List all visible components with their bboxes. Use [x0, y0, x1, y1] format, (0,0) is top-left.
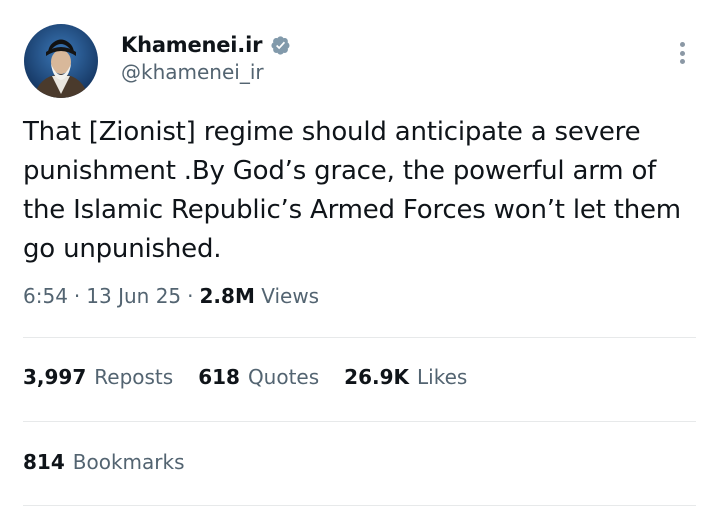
dot — [679, 50, 685, 56]
views-label: Views — [261, 284, 320, 308]
separator: · — [73, 284, 81, 308]
divider — [23, 421, 696, 422]
tweet-meta: 6:54 · 13 Jun 25 · 2.8M Views — [23, 284, 319, 308]
bookmarks-count: 814 — [23, 450, 65, 474]
reposts-count: 3,997 — [23, 365, 87, 389]
author-handle[interactable]: @khamenei_ir — [121, 60, 264, 84]
quotes-count: 618 — [198, 365, 240, 389]
engagement-stats: 3,997 Reposts 618 Quotes 26.9K Likes — [23, 365, 492, 389]
quotes-label: Quotes — [247, 365, 320, 389]
verified-badge-icon[interactable] — [270, 35, 291, 56]
likes-label: Likes — [417, 365, 468, 389]
more-options-icon[interactable] — [671, 38, 693, 68]
reposts-stat[interactable]: 3,997 Reposts — [23, 365, 173, 389]
divider — [23, 505, 696, 506]
tweet-time[interactable]: 6:54 — [23, 284, 68, 308]
tweet-detail: Khamenei.ir @khamenei_ir That [Zionist] … — [0, 0, 719, 507]
views-count: 2.8M — [199, 284, 255, 308]
dot — [679, 59, 685, 64]
author-name-row: Khamenei.ir — [121, 30, 291, 60]
separator: · — [187, 284, 194, 308]
author-display-name[interactable]: Khamenei.ir — [121, 33, 262, 57]
likes-count: 26.9K — [344, 365, 410, 389]
avatar-image — [24, 24, 98, 98]
tweet-date[interactable]: 13 Jun 25 — [86, 284, 181, 308]
bookmarks-stat[interactable]: 814 Bookmarks — [23, 450, 210, 474]
likes-stat[interactable]: 26.9K Likes — [344, 365, 467, 389]
reposts-label: Reposts — [94, 365, 174, 389]
avatar[interactable] — [24, 24, 98, 98]
dot — [679, 42, 685, 47]
bookmarks-label: Bookmarks — [72, 450, 185, 474]
tweet-text: That [Zionist] regime should anticipate … — [23, 117, 681, 264]
divider — [23, 337, 696, 338]
quotes-stat[interactable]: 618 Quotes — [198, 365, 319, 389]
